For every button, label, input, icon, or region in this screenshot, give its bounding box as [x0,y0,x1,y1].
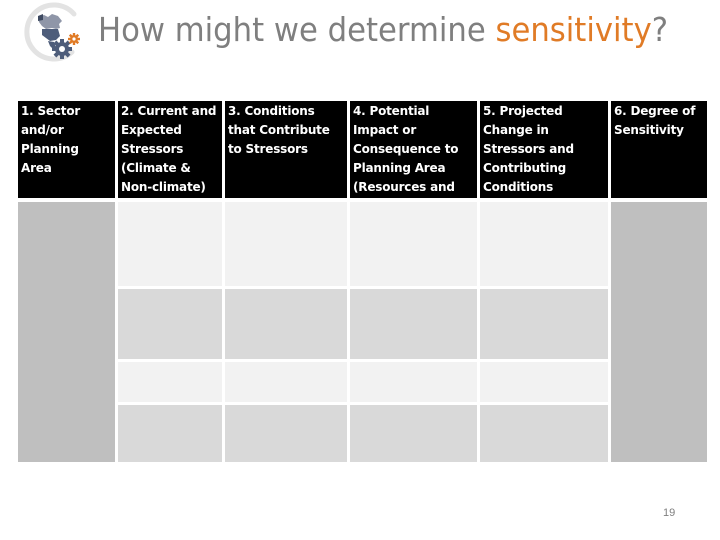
cell-sector[interactable] [18,202,115,462]
table-cell[interactable] [225,202,347,286]
header-projected-change: 5. Projected Change in Stressors and Con… [480,101,608,198]
table-cell[interactable] [350,405,477,462]
header-stressors: 2. Current and Expected Stressors (Clima… [118,101,222,198]
table-cell[interactable] [350,289,477,359]
table-cell[interactable] [225,405,347,462]
sensitivity-table: 1. Sector and/or Planning Area 2. Curren… [18,101,707,462]
logo [22,2,86,64]
table-cell[interactable] [225,289,347,359]
table-cell[interactable] [118,289,222,359]
page-number: 19 [663,507,676,519]
header-potential-impact: 4. Potential Impact or Consequence to Pl… [350,101,477,213]
table-cell[interactable] [350,362,477,402]
table-cell[interactable] [480,202,608,286]
slide-title: How might we determine sensitivity? [98,10,668,49]
header-sector: 1. Sector and/or Planning Area [18,101,115,198]
table-cell[interactable] [480,362,608,402]
cell-degree-sensitivity[interactable] [611,202,707,462]
title-accent: sensitivity [495,10,652,49]
title-suffix: ? [651,10,669,49]
table-cell[interactable] [118,405,222,462]
table-cell[interactable] [480,405,608,462]
table-cell[interactable] [225,362,347,402]
header-conditions: 3. Conditions that Contribute to Stresso… [225,101,347,198]
table-cell[interactable] [350,202,477,286]
header-degree-sensitivity: 6. Degree of Sensitivity [611,101,707,198]
title-prefix: How might we determine [98,10,496,49]
table-cell[interactable] [118,362,222,402]
north-america-gears-logo-icon [24,2,80,62]
table-cell[interactable] [118,202,222,286]
table-cell[interactable] [480,289,608,359]
